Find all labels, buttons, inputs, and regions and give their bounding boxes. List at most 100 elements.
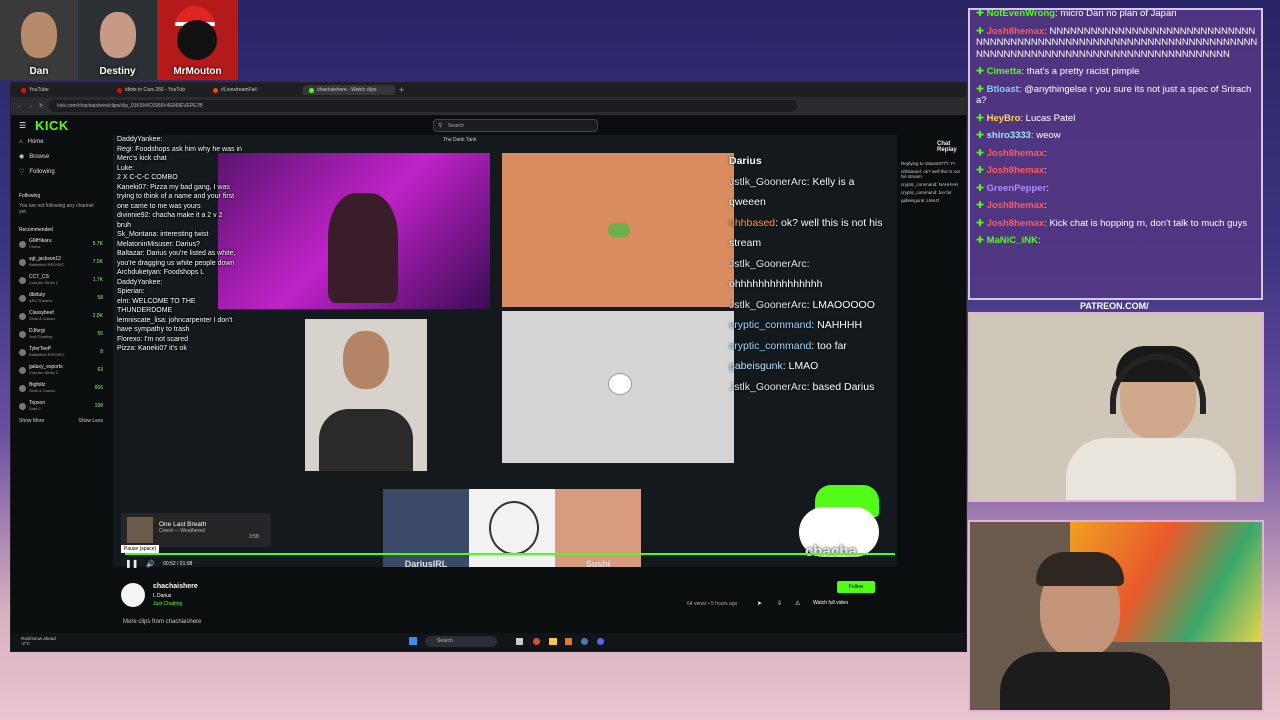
player-controls: One Last Breath Creed — Weathered 3:58 P… — [113, 513, 897, 583]
weather-widget[interactable]: Rain/snow ahead -2°C — [21, 636, 56, 646]
folder-icon[interactable] — [549, 638, 557, 645]
pause-tooltip: Pause (space) — [121, 545, 160, 553]
clip-info: chachaishere L Darius Just Chatting Foll… — [121, 581, 901, 625]
check-icon: ✚ — [976, 83, 987, 95]
progress-bar[interactable] — [125, 553, 895, 555]
channel-name: Topson Dota 2 — [29, 400, 46, 411]
tab-label: idiots in Cars 266 - YouTub — [125, 87, 185, 93]
browser-tab[interactable]: idiots in Cars 266 - YouTub — [111, 85, 203, 95]
browser-tab[interactable]: r/LivestreamFail — [207, 85, 299, 95]
show-less-button[interactable]: Show Less — [79, 418, 103, 424]
reload-icon[interactable]: ↻ — [39, 103, 43, 109]
check-icon: ✚ — [976, 165, 987, 176]
overlay-chat-line: Luke: — [117, 164, 135, 172]
search-icon: ⚲ — [438, 123, 443, 129]
video-player[interactable]: DaddyYankee: Regi: Foodshops ask him why … — [113, 135, 897, 567]
sidebar-channel[interactable]: GMHikaru Chess 5.7K — [11, 235, 111, 253]
window-title: The Dank Tank — [443, 137, 477, 143]
channel-name: Bigfoltz Slots & Casino — [29, 382, 56, 393]
browser-tab[interactable]: YouTube — [15, 85, 107, 95]
reddit-icon — [213, 87, 218, 93]
sidebar-channel[interactable]: CCT_CS Counter-Strike 2 1.7K — [11, 271, 111, 289]
chat-username: Jstlk_GoonerArc — [729, 257, 807, 270]
chat-text: : Kick chat is hopping rn, don't talk to… — [1044, 217, 1248, 229]
sidebar-channel[interactable]: Topson Dota 2 198 — [11, 397, 111, 415]
overlay-chat-line: have sympathy to trash — [117, 326, 190, 333]
home-icon: ⌂ — [19, 139, 23, 145]
channel-avatar-icon — [19, 384, 26, 392]
url-input[interactable]: kick.com/chachaishere/clips/clip_01K9X4C… — [49, 100, 798, 112]
sidebar-channel[interactable]: TylerTeeP Battlefield REDSEC 8 — [11, 343, 111, 361]
time-display: 00:52 / 01:08 — [163, 560, 193, 567]
sidebar-channel[interactable]: sgt_jackson12 Battlefield REDSEC 7.5K — [11, 253, 111, 271]
big-chat-message: gabeisgunk: LMAO — [729, 356, 891, 377]
steam-icon[interactable] — [581, 638, 588, 645]
chat-replay-line: gabeisgunk: LMAO — [901, 198, 940, 203]
browser-window: YouTube idiots in Cars 266 - YouTub r/Li… — [10, 82, 967, 652]
sidebar-channel[interactable]: Bigfoltz Slots & Casino 666 — [11, 379, 111, 397]
back-icon[interactable]: ← — [17, 103, 22, 109]
stream-chat-message: ✚ Josh8hemax: Kick chat is hopping rn, d… — [976, 218, 1261, 230]
chat-username: Josh8hemax — [986, 165, 1045, 176]
clip-category[interactable]: Just Chatting — [153, 601, 182, 607]
channel-avatar-icon — [19, 402, 26, 410]
overlay-chat-line: Spierian: — [117, 288, 145, 295]
chat-username: Btloast — [986, 83, 1019, 95]
chat-username: GreenPepper — [986, 182, 1047, 194]
big-chat-message: Jstlk_GoonerArc: LMAOOOOO — [729, 295, 891, 316]
forward-icon[interactable]: → — [28, 103, 33, 109]
mouton-avatar-icon — [177, 20, 217, 60]
new-tab-button[interactable]: + — [399, 85, 404, 95]
follow-button[interactable]: Follow — [837, 581, 875, 593]
chrome-icon[interactable] — [533, 638, 540, 645]
cam-mrmouton: MrMouton — [157, 0, 238, 80]
pause-icon[interactable]: ❚❚ — [125, 559, 138, 568]
overlay-chat-line: trying to think of a name and your first — [117, 193, 235, 200]
anime-drawing-icon — [489, 501, 539, 555]
tab-label: r/LivestreamFail — [221, 87, 257, 93]
webcam-host — [968, 520, 1264, 712]
stream-chat-message: ✚ MaNiC_iNK: — [976, 235, 1261, 247]
check-icon: ✚ — [976, 112, 987, 124]
volume-icon[interactable]: 🔊 — [146, 560, 155, 568]
sidebar-channel[interactable]: dbiduty ARC Raiders 58 — [11, 289, 111, 307]
kick-header: ☰ KICK ⚲ Search — [11, 115, 966, 135]
chat-username: Josh8hemax — [986, 147, 1045, 159]
discord-icon[interactable] — [597, 638, 604, 645]
cat-icon — [608, 373, 632, 395]
nav-home[interactable]: ⌂ Home — [11, 135, 111, 149]
report-icon[interactable]: ⚠ — [795, 600, 800, 607]
show-more-button[interactable]: Show More — [19, 418, 44, 424]
channel-name[interactable]: chachaishere — [153, 583, 198, 590]
share-icon[interactable]: ➤ — [757, 600, 762, 607]
tab-bar: YouTube idiots in Cars 266 - YouTub r/Li… — [11, 83, 966, 97]
download-icon[interactable]: ⇩ — [777, 600, 782, 607]
app-icon[interactable] — [516, 638, 523, 645]
chat-text: : micro Dan no plan of Japan — [1055, 8, 1177, 19]
sidebar-channel[interactable]: DJforgi Just Chatting 55 — [11, 325, 111, 343]
app-icon[interactable] — [565, 638, 572, 645]
video-tile-mugshot — [305, 319, 427, 471]
channel-avatar[interactable] — [121, 583, 145, 607]
overlay-chat-line: Pizza: Kaneki07 it's ok — [117, 345, 187, 352]
browser-tab-active[interactable]: chachaishere - Watch clips — [303, 85, 395, 95]
big-chat-message: Jstlk_GoonerArc: Kelly is a qweeen — [729, 172, 891, 213]
search-input[interactable]: ⚲ Search — [433, 119, 598, 132]
viewer-count: 666 — [94, 385, 103, 391]
channel-name: GMHikaru Chess — [29, 238, 52, 249]
nav-following[interactable]: ♡ Following — [11, 164, 111, 179]
taskbar-search[interactable]: Search — [425, 636, 497, 647]
nav-browse[interactable]: ◉ Browse — [11, 149, 111, 164]
sidebar-channel[interactable]: Classybeef Slots & Casino 2.8K — [11, 307, 111, 325]
chat-text: : that's a pretty racist pimple — [1021, 66, 1140, 77]
webcam-streamer — [968, 312, 1264, 502]
check-icon: ✚ — [976, 147, 987, 159]
watch-full-button[interactable]: Watch full video — [813, 600, 848, 606]
mugshot-face — [343, 331, 389, 389]
windows-start-icon[interactable] — [409, 637, 417, 645]
menu-icon[interactable]: ☰ — [19, 121, 26, 130]
overlay-chat-line: elm: WELCOME TO THE — [117, 297, 196, 305]
sidebar-channel[interactable]: galaxy_esports Counter-Strike 2 63 — [11, 361, 111, 379]
channel-avatar-icon — [19, 240, 26, 248]
kick-logo[interactable]: KICK — [35, 118, 69, 133]
